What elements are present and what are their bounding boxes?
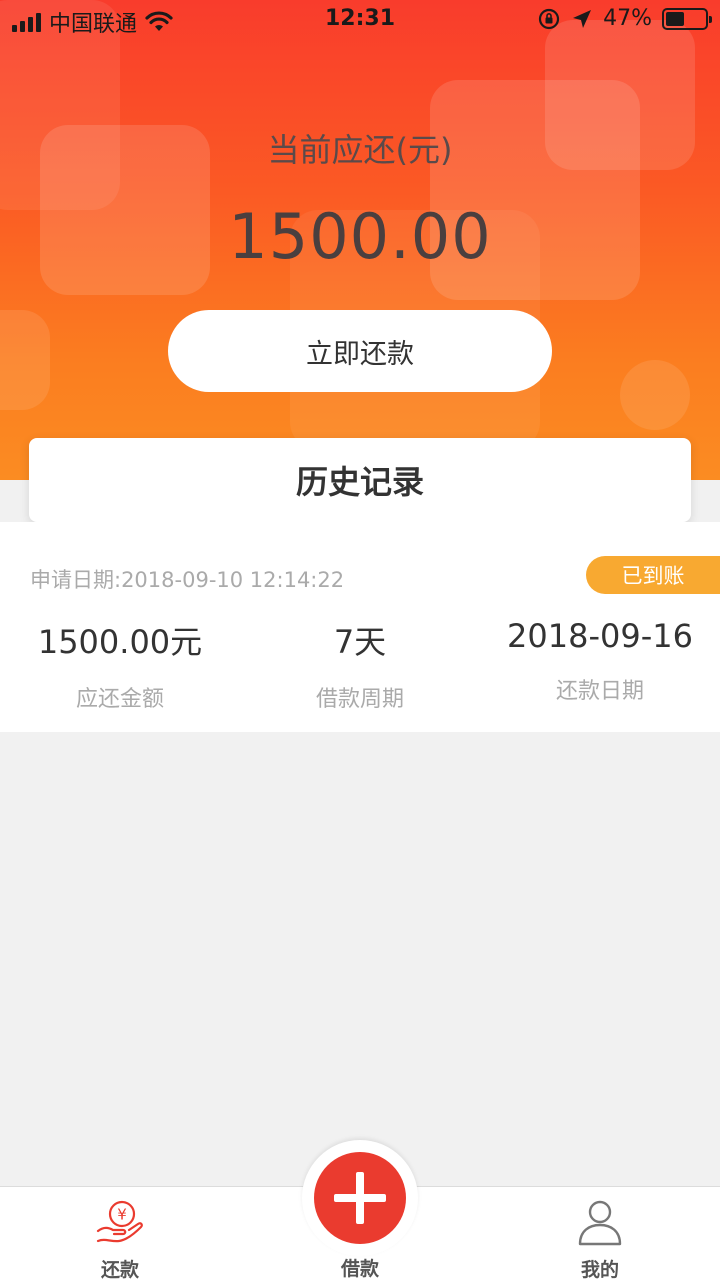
amount-column: 1500.00元 应还金额	[0, 617, 240, 713]
loan-plus-button[interactable]	[314, 1152, 406, 1244]
tab-repay-label: 还款	[100, 1259, 139, 1280]
svg-text:¥: ¥	[117, 1206, 127, 1224]
battery-percent: 47%	[603, 6, 652, 31]
repay-date-value: 2018-09-16	[507, 617, 693, 655]
repay-now-button[interactable]: 立即还款	[168, 310, 552, 392]
rotation-lock-icon	[538, 8, 560, 29]
status-badge: 已到账	[586, 556, 720, 594]
repay-amount-value: 1500.00元	[37, 623, 203, 661]
decor-blob	[620, 360, 690, 430]
decor-blob	[0, 310, 50, 410]
repay-yen-hand-icon: ¥	[96, 1200, 143, 1243]
tab-mine-label: 我的	[580, 1259, 619, 1280]
tab-repay[interactable]: ¥ 还款	[0, 1187, 240, 1280]
loan-period-label: 借款周期	[315, 687, 404, 712]
repay-amount-label: 应还金额	[75, 687, 164, 712]
user-icon	[578, 1200, 622, 1246]
history-title: 历史记录	[29, 438, 691, 522]
tab-mine[interactable]: 我的	[480, 1187, 720, 1280]
tab-loan-label[interactable]: 借款	[240, 1254, 480, 1280]
repay-date-label: 还款日期	[555, 679, 644, 704]
due-amount-label: 当前应还(元)	[267, 131, 453, 169]
battery-icon	[662, 7, 712, 30]
period-column: 7天 借款周期	[240, 617, 480, 713]
plus-icon-vertical	[356, 1172, 364, 1224]
loan-period-value: 7天	[333, 623, 387, 661]
location-arrow-icon	[573, 9, 592, 28]
apply-date: 申请日期:2018-09-10 12:14:22	[30, 568, 345, 592]
history-record[interactable]: 申请日期:2018-09-10 12:14:22 已到账 1500.00元 应还…	[0, 522, 720, 732]
status-bar: 中国联通 12:31 47%	[0, 0, 720, 40]
repay-date-column: 2018-09-16 还款日期	[480, 617, 720, 705]
due-amount-value: 1500.00	[228, 200, 492, 273]
